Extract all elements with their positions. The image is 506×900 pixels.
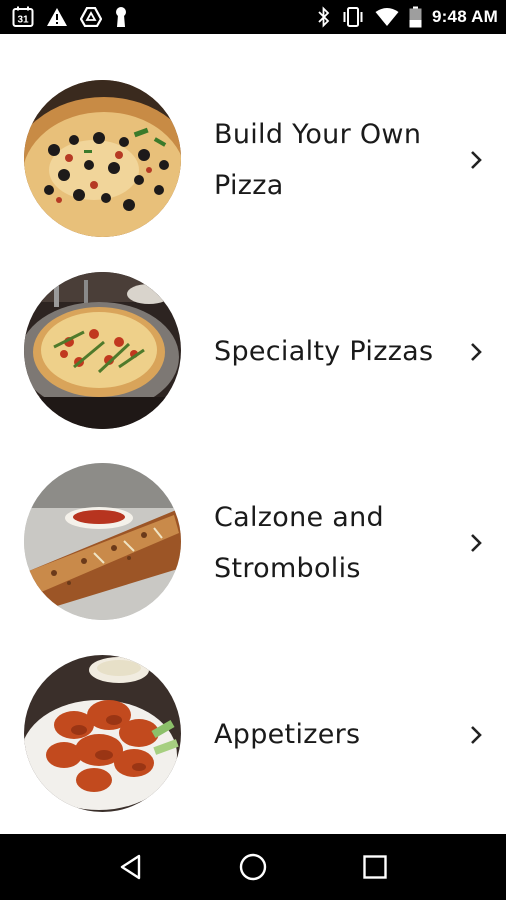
vibrate-icon — [341, 6, 365, 28]
status-system: 9:48 AM — [317, 6, 498, 28]
keyhole-icon — [114, 6, 128, 28]
menu-item-appetizers[interactable]: Appetizers — [0, 639, 506, 829]
specialty-pizza-image — [24, 272, 181, 429]
system-navigation-bar — [0, 834, 506, 900]
menu-item-build-your-own-pizza[interactable]: Build Your Own Pizza — [0, 64, 506, 254]
label-line-2: Strombolis — [214, 553, 361, 584]
label-line-2: Pizza — [214, 170, 284, 201]
calendar-icon: 31 — [12, 6, 34, 28]
menu-item-label: Calzone and Strombolis — [214, 492, 454, 594]
bluetooth-icon — [317, 6, 331, 28]
menu-item-label: Specialty Pizzas — [214, 326, 454, 377]
label-line-1: Build Your Own — [214, 119, 422, 150]
menu-category-list: Build Your Own Pizza Specialty Pizzas Ca… — [0, 34, 506, 834]
label-line-1: Specialty Pizzas — [214, 336, 434, 367]
status-time: 9:48 AM — [432, 7, 498, 26]
calendar-day: 31 — [17, 15, 29, 26]
back-icon[interactable] — [111, 847, 151, 887]
menu-item-calzone-and-strombolis[interactable]: Calzone and Strombolis — [0, 447, 506, 637]
chevron-right-icon — [466, 148, 486, 172]
status-notifications: 31 — [12, 6, 128, 28]
menu-item-label: Appetizers — [214, 709, 454, 760]
warning-icon — [46, 7, 68, 27]
drive-icon — [80, 7, 102, 27]
chevron-right-icon — [466, 531, 486, 555]
menu-item-specialty-pizzas[interactable]: Specialty Pizzas — [0, 256, 506, 446]
stromboli-image — [24, 463, 181, 620]
wifi-icon — [375, 7, 399, 27]
chevron-right-icon — [466, 340, 486, 364]
chevron-right-icon — [466, 723, 486, 747]
battery-icon — [409, 6, 422, 28]
label-line-1: Appetizers — [214, 719, 361, 750]
wings-image — [24, 655, 181, 812]
label-line-1: Calzone and — [214, 502, 384, 533]
status-bar: 31 9:48 AM — [0, 0, 506, 34]
pizza-olives-image — [24, 80, 181, 237]
menu-item-label: Build Your Own Pizza — [214, 109, 454, 211]
recents-icon[interactable] — [355, 847, 395, 887]
home-icon[interactable] — [233, 847, 273, 887]
